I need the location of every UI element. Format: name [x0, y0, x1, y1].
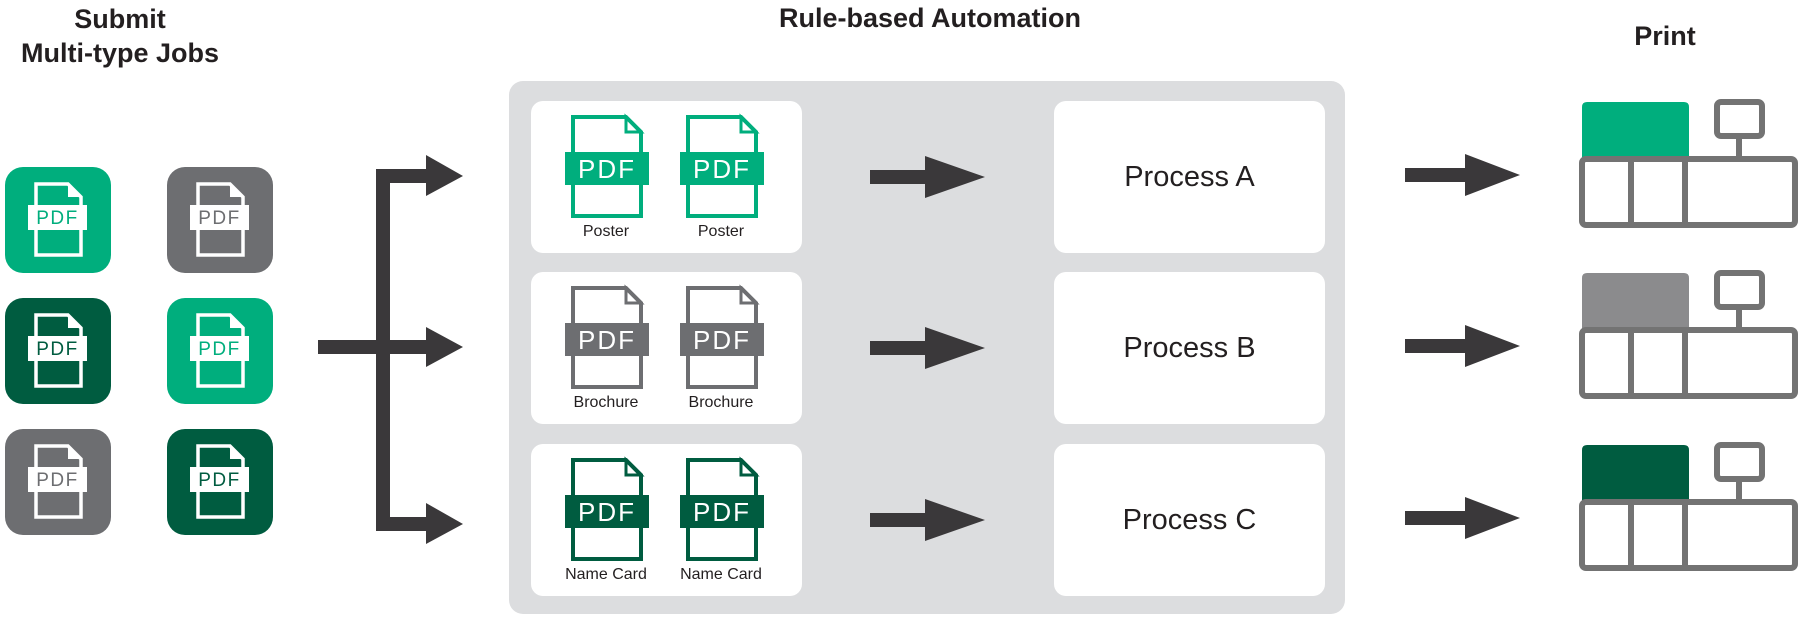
pdf-file-icon: PDF	[565, 113, 649, 218]
pdf-badge-text: PDF	[693, 325, 751, 355]
job-type-card: PDF Brochure PDF Brochure	[531, 272, 802, 424]
printer-icon	[1579, 270, 1798, 399]
process-card: Process A	[1054, 101, 1325, 253]
pdf-badge-text: PDF	[578, 325, 636, 355]
file-type-label: Name Card	[680, 566, 762, 583]
file-type-label: Name Card	[565, 566, 647, 583]
file-type-label: Poster	[697, 223, 745, 240]
pdf-badge-text: PDF	[578, 154, 636, 184]
process-card: Process B	[1054, 272, 1325, 424]
arrow-right-icon	[1405, 154, 1520, 196]
job-type-card: PDF Name Card PDF Name Card	[531, 444, 802, 596]
process-label: Process B	[1123, 331, 1256, 364]
arrow-right-icon	[870, 156, 985, 198]
pdf-badge-text: PDF	[578, 497, 636, 527]
process-label: Process C	[1122, 503, 1257, 536]
arrow-right-icon	[1405, 325, 1520, 367]
pdf-badge-text: PDF	[693, 154, 751, 184]
arrow-right-icon	[1405, 497, 1520, 539]
arrow-right-icon	[870, 499, 985, 541]
arrow-right-icon	[870, 327, 985, 369]
pdf-file-icon: PDF	[565, 456, 649, 561]
pdf-file-icon: PDF	[680, 113, 764, 218]
file-type-label: Brochure	[573, 394, 639, 411]
pdf-file-icon: PDF	[680, 284, 764, 389]
file-type-label: Brochure	[688, 394, 754, 411]
file-type-label: Poster	[582, 223, 630, 240]
pdf-file-icon: PDF	[565, 284, 649, 389]
job-type-card: PDF Poster PDF Poster	[531, 101, 802, 253]
printer-icon	[1579, 442, 1798, 571]
pdf-file-icon: PDF	[680, 456, 764, 561]
pdf-badge-text: PDF	[693, 497, 751, 527]
process-label: Process A	[1124, 160, 1255, 193]
process-card: Process C	[1054, 444, 1325, 596]
printer-icon	[1579, 99, 1798, 228]
